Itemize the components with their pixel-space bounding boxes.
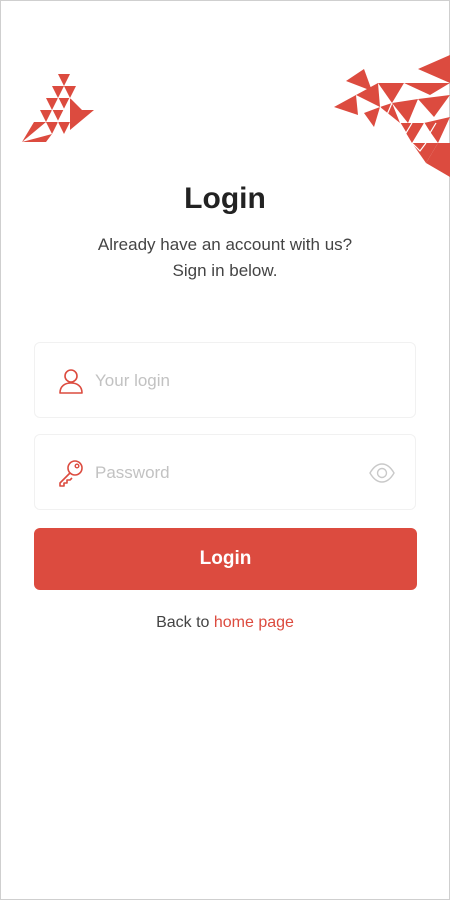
- login-input[interactable]: [95, 365, 355, 397]
- password-field[interactable]: [34, 434, 416, 510]
- page-subtitle: Already have an account with us? Sign in…: [0, 232, 450, 284]
- back-to-home: Back to home page: [0, 614, 450, 632]
- triangle-logo-icon: [22, 74, 94, 142]
- page-title: Login: [184, 182, 266, 215]
- back-prefix: Back to: [156, 614, 210, 631]
- eye-icon[interactable]: [369, 463, 395, 483]
- login-button[interactable]: Login: [34, 528, 417, 590]
- password-input[interactable]: [95, 457, 355, 489]
- triangle-pattern-icon: [334, 55, 450, 177]
- user-icon: [59, 369, 83, 394]
- subtitle-line-2: Sign in below.: [172, 261, 278, 280]
- subtitle-line-1: Already have an account with us?: [97, 235, 353, 254]
- home-page-link[interactable]: home page: [214, 614, 294, 631]
- login-field[interactable]: [34, 342, 416, 418]
- key-icon: [59, 460, 83, 487]
